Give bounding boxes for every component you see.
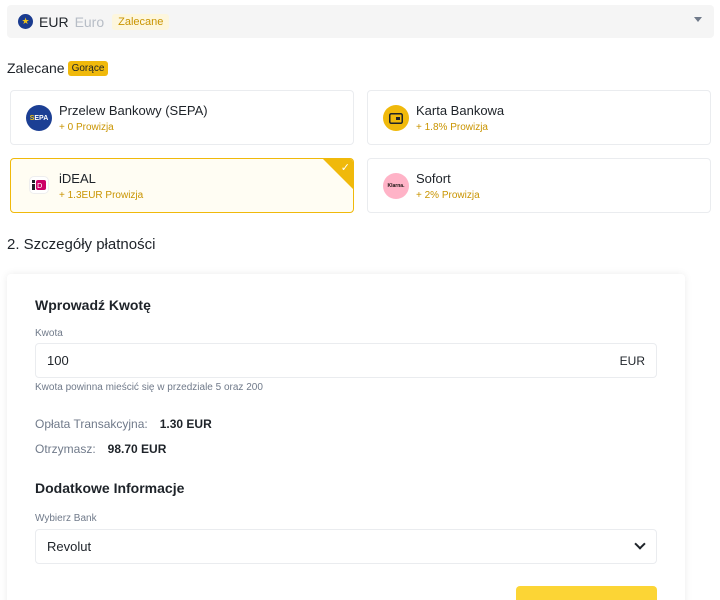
check-icon: ✓ [340,162,350,174]
payment-method-sofort[interactable]: Klarna. Sofort + 2% Prowizja [367,158,711,213]
amount-label: Kwota [35,328,63,339]
payment-method-name: iDEAL [59,171,96,186]
payment-method-ideal[interactable]: D iDEAL + 1.3EUR Prowizja ✓ [10,158,354,213]
card-icon [383,105,409,131]
recommended-badge: Zalecane [112,13,170,30]
payment-method-fee: + 1.3EUR Prowizja [59,190,144,201]
klarna-icon: Klarna. [383,173,409,199]
currency-select[interactable]: ★ EUR Euro Zalecane [7,5,714,38]
continue-button[interactable] [516,586,657,600]
receive-row: Otrzymasz: 98.70 EUR [35,442,166,456]
fee-row: Opłata Transakcyjna: 1.30 EUR [35,417,212,431]
sepa-icon: S EPA [26,105,52,131]
caret-down-icon [694,17,702,22]
hot-badge: Gorące [67,60,109,76]
payment-method-name: Przelew Bankowy (SEPA) [59,103,208,118]
receive-label: Otrzymasz: [35,442,96,456]
payment-method-fee: + 0 Prowizja [59,122,114,133]
euro-flag-icon: ★ [18,14,33,29]
recommended-title: Zalecane Gorące [7,60,109,76]
amount-hint: Kwota powinna mieścić się w przedziale 5… [35,382,263,393]
section-title: 2. Szczegóły płatności [7,236,156,253]
fee-label: Opłata Transakcyjna: [35,417,148,431]
payment-method-fee: + 1.8% Prowizja [416,122,488,133]
payment-method-card[interactable]: Karta Bankowa + 1.8% Prowizja [367,90,711,145]
amount-input[interactable] [47,353,587,368]
chevron-down-icon [634,538,646,550]
extra-info-heading: Dodatkowe Informacje [35,480,185,496]
payment-method-name: Sofort [416,171,451,186]
amount-unit: EUR [619,353,645,368]
recommended-label: Zalecane [7,60,65,76]
fee-value: 1.30 EUR [159,417,212,431]
currency-name: Euro [74,13,105,30]
payment-method-sepa[interactable]: S EPA Przelew Bankowy (SEPA) + 0 Prowizja [10,90,354,145]
ideal-icon: D [29,176,49,194]
bank-select[interactable]: Revolut [35,529,657,564]
bank-value: Revolut [47,539,92,554]
payment-method-fee: + 2% Prowizja [416,190,480,201]
receive-value: 98.70 EUR [107,442,167,456]
amount-field[interactable]: EUR [35,343,657,378]
payment-details-panel: Wprowadź Kwotę Kwota EUR Kwota powinna m… [7,274,685,600]
currency-code: EUR [39,13,69,30]
bank-label: Wybierz Bank [35,513,97,524]
amount-heading: Wprowadź Kwotę [35,297,151,313]
payment-method-name: Karta Bankowa [416,103,505,118]
svg-text:D: D [37,182,42,190]
